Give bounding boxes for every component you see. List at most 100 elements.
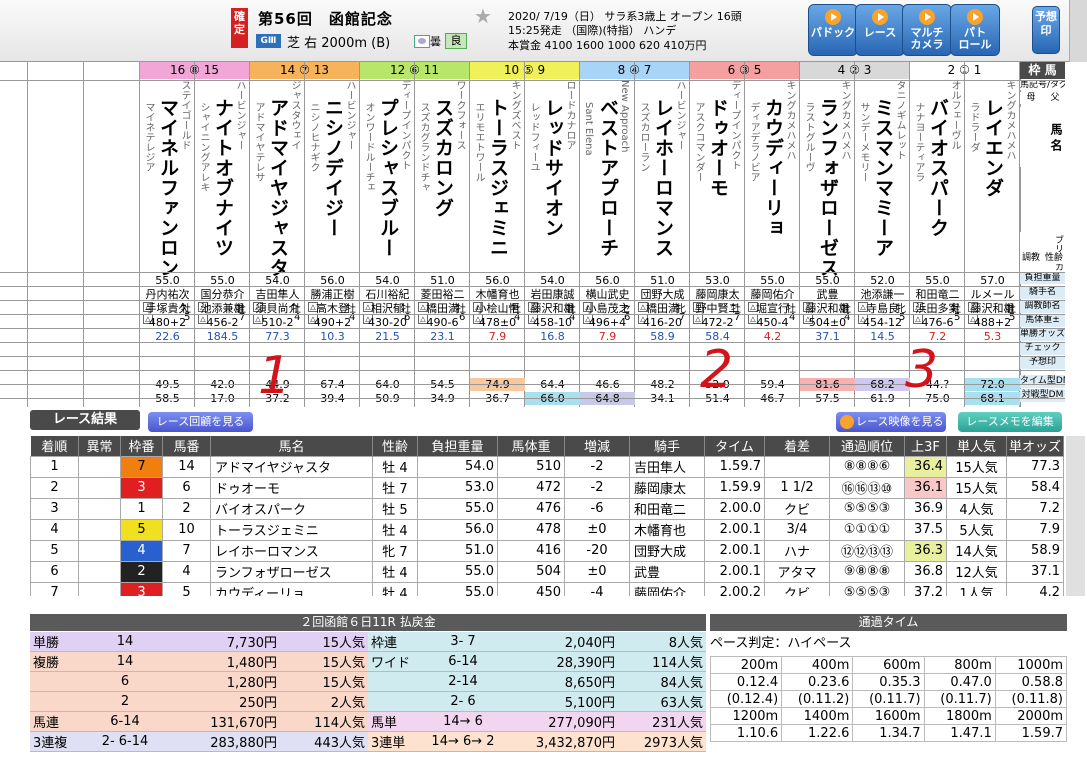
payout-cell: 2- 6 — [418, 691, 508, 712]
payout-cell: 2- 6-14 — [80, 731, 170, 752]
results-cell: 牡 4 — [372, 455, 418, 478]
horse-name[interactable]: スズカロング — [429, 98, 456, 298]
horse-name[interactable]: レイエンダ — [979, 98, 1006, 298]
horse-name[interactable]: マイネルファンロン — [154, 98, 181, 298]
lap-row: (0.12.4) (0.11.2) (0.11.7) (0.11.7) (0.11.8) — [709, 690, 1068, 708]
payout-cell: 6-14 — [418, 651, 508, 672]
horse-name[interactable]: レイホーロマンス — [649, 98, 676, 298]
patrol-button[interactable]: パト ロール — [950, 4, 1000, 56]
results-cell: 牡 4 — [372, 518, 418, 541]
results-cell: クビ — [764, 497, 830, 520]
results-column-header[interactable]: 馬名 — [210, 436, 373, 456]
horse-name[interactable]: ベストアプローチ — [594, 98, 621, 298]
lap-cell: 400m — [781, 656, 854, 674]
horse-name[interactable]: トーラスジェミニ — [484, 98, 511, 298]
results-column-header[interactable]: 騎手 — [629, 436, 705, 456]
payout-cell: 馬単 — [368, 711, 418, 732]
results-cell: 3 — [30, 497, 79, 520]
table-row[interactable]: 3 1 2 バイオスパーク牡 5 55.0 476 -6 和田竜二 2.00.0 クビ ⑤⑤⑤③ 36… — [30, 497, 1064, 520]
payout-cell: 14→ 6 — [418, 711, 508, 732]
results-cell — [78, 476, 121, 499]
results-cell: 476 — [497, 497, 565, 520]
race-memo-button[interactable]: レースメモを編集 — [958, 412, 1062, 432]
results-cell: 4人気 — [946, 497, 1007, 520]
race-review-button[interactable]: レース回顧を見る — [148, 412, 253, 432]
results-column-header[interactable]: 単オッズ — [1006, 436, 1064, 456]
table-row[interactable]: 5 4 7 レイホーロマンス牝 7 51.0 416 -20 団野大成 2.00.1 ハナ ⑫⑫⑬⑬… — [30, 539, 1064, 562]
results-column-header[interactable]: 通過順位 — [829, 436, 905, 456]
payout-cell: 3,432,870円 — [508, 731, 618, 752]
lap-cell: 0.23.6 — [781, 673, 854, 691]
race-video-button[interactable]: レース — [855, 4, 905, 56]
results-table-container[interactable]: 着順 異常 枠番 馬番 馬名 性齢 負担重量 馬体重 増減 騎手 タイム 着差 通過順位 上3F 単人気 単オ… — [30, 436, 1067, 596]
payout-cell: 8,650円 — [508, 671, 618, 692]
horse-name[interactable]: バイオスパーク — [924, 98, 951, 298]
horse-name[interactable]: ナイトオブナイツ — [209, 98, 236, 298]
results-cell: 36.1 — [904, 476, 947, 499]
payout-row: 3連単 14→ 6→ 2 3,432,870円 2973人気 — [368, 731, 706, 752]
results-column-header[interactable]: 異常 — [78, 436, 121, 456]
grade-badge: GⅢ — [256, 34, 281, 48]
row-divider — [0, 300, 1065, 301]
results-column-header[interactable]: 着順 — [30, 436, 79, 456]
dam-name: Sant Elena — [583, 102, 594, 156]
multi-camera-button[interactable]: マルチ カメラ — [902, 4, 952, 56]
favorite-star-icon[interactable]: ★ — [474, 6, 492, 26]
results-cell: 牡 5 — [372, 497, 418, 520]
results-column-header[interactable]: 増減 — [564, 436, 630, 456]
results-cell: トーラスジェミニ — [210, 518, 373, 541]
horse-name[interactable]: ミスマンマミーア — [869, 98, 896, 298]
play-icon — [872, 9, 888, 25]
row-divider — [0, 328, 1065, 329]
results-column-header[interactable]: 性齢 — [372, 436, 418, 456]
horse-name[interactable]: レッドサイオン — [539, 98, 566, 298]
lap-cell: 1.59.7 — [994, 724, 1068, 742]
dam-name: アドマイヤテレサ — [253, 102, 264, 182]
table-row[interactable]: 2 3 6 ドゥオーモ牡 7 53.0 472 -2 藤岡康太 1.59.9 1 1/2 ⑯⑯⑬⑩ 3… — [30, 476, 1064, 499]
results-column-header[interactable]: 単人気 — [946, 436, 1007, 456]
lap-cell: 1.47.1 — [923, 724, 996, 742]
scrollbar[interactable] — [1069, 0, 1087, 62]
results-cell: 504 — [497, 560, 565, 583]
results-cell: 14人気 — [946, 539, 1007, 562]
dam-name: アスクコマンダー — [693, 102, 704, 182]
horse-name[interactable]: ドゥオーモ — [704, 98, 731, 298]
paddock-button[interactable]: パドック — [808, 4, 858, 56]
results-column-header[interactable]: 上3F — [904, 436, 947, 456]
payout-cell: 複勝 — [30, 651, 80, 672]
horse-name[interactable]: カウディーリョ — [759, 98, 786, 298]
results-cell: 472 — [497, 476, 565, 499]
results-cell: -2 — [564, 455, 630, 478]
table-row[interactable]: 4 5 10 トーラスジェミニ牡 4 56.0 478 ±0 木幡育也 2.00.1 3/4 ①①①… — [30, 518, 1064, 541]
payout-cell: 14 — [80, 632, 170, 652]
results-cell: 2 — [120, 560, 163, 583]
horse-name[interactable]: アドマイヤジャスタ — [264, 98, 291, 298]
results-column-header[interactable]: 馬体重 — [497, 436, 565, 456]
table-row[interactable]: 1 7 14 アドマイヤジャスタ牡 4 54.0 510 -2 吉田隼人 1.59.7 ⑧⑧⑧⑥ 3… — [30, 455, 1064, 478]
dam-name: ナナヨーティアラ — [913, 102, 924, 182]
results-column-header[interactable]: 馬番 — [162, 436, 211, 456]
payout-row: 3連複 2- 6-14 283,880円 443人気 — [30, 731, 368, 752]
horse-name[interactable]: プレシャスブルー — [374, 98, 401, 298]
results-cell — [78, 560, 121, 583]
results-column-header[interactable]: 枠番 — [120, 436, 163, 456]
payout-cell: 枠連 — [368, 632, 418, 652]
table-row[interactable]: 7 3 5 カウディーリョ牡 4 55.0 450 -4 藤岡佑介 2.00.2 クビ ⑤⑤⑤③ 37… — [30, 581, 1064, 596]
results-column-header[interactable]: タイム — [704, 436, 765, 456]
lap-cell: 0.12.4 — [709, 673, 783, 691]
results-column-header[interactable]: 負担重量 — [417, 436, 498, 456]
results-cell: 450 — [497, 581, 565, 596]
prediction-mark-button[interactable]: 予想印 — [1032, 6, 1060, 54]
results-cell: -2 — [564, 476, 630, 499]
table-row[interactable]: 6 2 4 ランフォザローゼス牡 4 55.0 504 ±0 武豊 2.00.1 アタマ ⑨⑧⑧⑧ 3… — [30, 560, 1064, 583]
horse-name[interactable]: ニシノデイジー — [319, 98, 346, 298]
results-column-header[interactable]: 着差 — [764, 436, 830, 456]
payout-cell: 7,730円 — [170, 632, 280, 652]
race-video-link-button[interactable]: レース映像を見る — [836, 412, 946, 432]
results-scrollbar[interactable] — [1066, 436, 1085, 596]
results-cell: 団野大成 — [629, 539, 705, 562]
horse-name[interactable]: ランフォザローゼス — [814, 98, 841, 298]
dam-name: サンデーメモリー — [858, 102, 869, 182]
results-cell: 3 — [120, 476, 163, 499]
results-cell: 7.2 — [1006, 497, 1064, 520]
